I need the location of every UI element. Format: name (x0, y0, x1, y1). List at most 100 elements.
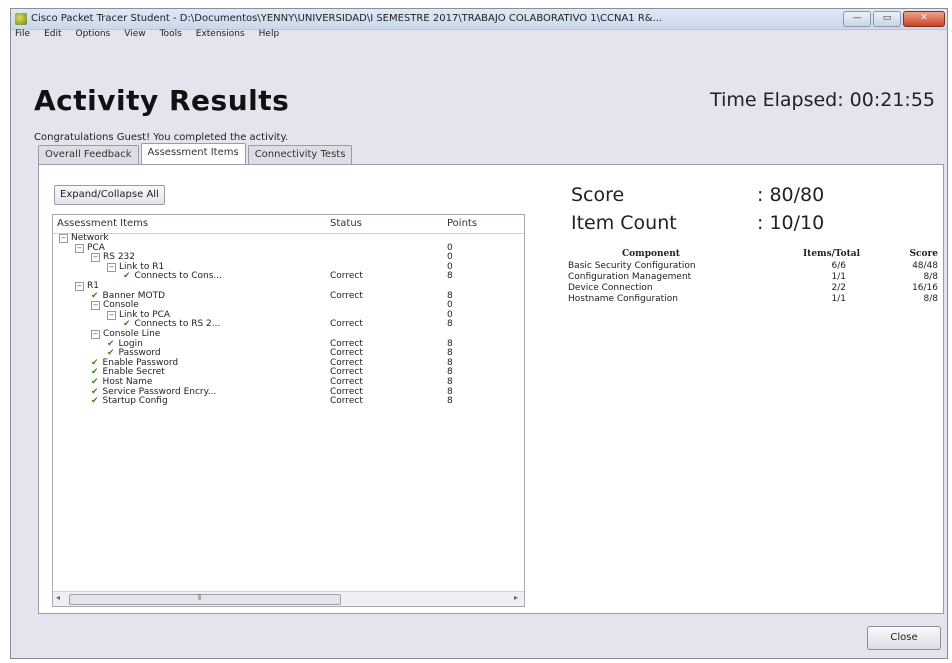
tab-connectivity-tests[interactable]: Connectivity Tests (247, 145, 353, 164)
tree-item[interactable]: − R1 (75, 280, 99, 291)
component-score: 48/48 (912, 261, 938, 271)
collapse-toggle-icon[interactable]: − (75, 281, 84, 291)
component-items: 1/1 (831, 294, 846, 304)
assessment-tree[interactable]: Assessment Items Status Points − Network −… (52, 214, 525, 607)
checkmark-icon: ✔ (123, 271, 131, 282)
close-window-button[interactable]: ✕ (903, 11, 945, 27)
header-items-total: Items/Total (802, 249, 860, 259)
tree-item-label: Enable Password (102, 357, 179, 368)
packet-tracer-logo-icon (15, 13, 27, 25)
component-component: Device Connection (568, 283, 653, 293)
tree-item-status: Correct (330, 319, 363, 330)
header-component: Component (622, 249, 680, 259)
time-elapsed: Time Elapsed: 00:21:55 (710, 89, 935, 111)
menu-tools[interactable]: Tools (160, 29, 182, 42)
collapse-toggle-icon[interactable]: − (107, 310, 116, 320)
column-status[interactable]: Status (330, 218, 362, 229)
collapse-toggle-icon[interactable]: − (91, 301, 100, 311)
tree-item-label: Console (103, 300, 139, 311)
component-items: 6/6 (831, 261, 846, 271)
checkmark-icon: ✔ (91, 386, 99, 397)
tree-item[interactable]: − PCA (75, 242, 105, 253)
scroll-left-icon[interactable]: ◂ (56, 593, 60, 602)
window-title: Cisco Packet Tracer Student - D:\Documen… (31, 13, 663, 24)
tree-item-points: 8 (447, 271, 453, 282)
component-row: Basic Security Configuration 6/6 48/48 (568, 261, 938, 272)
checkmark-icon: ✔ (91, 376, 99, 387)
checkmark-icon: ✔ (123, 319, 131, 330)
tab-assessment-items[interactable]: Assessment Items (140, 143, 246, 164)
collapse-toggle-icon[interactable]: − (75, 243, 84, 253)
collapse-toggle-icon[interactable]: − (107, 262, 116, 272)
tree-item-status: Correct (330, 376, 363, 387)
column-assessment-items[interactable]: Assessment Items (57, 218, 148, 229)
menu-options[interactable]: Options (76, 29, 111, 42)
tree-item-points: 0 (447, 252, 453, 263)
component-row: Device Connection 2/2 16/16 (568, 283, 938, 294)
tree-item-label: R1 (87, 280, 99, 291)
checkmark-icon: ✔ (91, 396, 99, 407)
header-score: Score (909, 249, 938, 259)
tree-item-label: Connects to RS 2... (134, 319, 221, 330)
tree-item-label: Host Name (102, 376, 153, 387)
tree-item-label: RS 232 (103, 252, 136, 263)
tree-item-points: 8 (447, 348, 453, 359)
component-score: 8/8 (923, 272, 938, 282)
tree-item-label: Link to PCA (119, 309, 171, 320)
component-table-header: Component Items/Total Score (568, 249, 938, 261)
tree-item-label: Service Password Encry... (102, 386, 217, 397)
checkmark-icon: ✔ (91, 367, 99, 378)
packet-tracer-window: Cisco Packet Tracer Student - D:\Documen… (10, 8, 948, 659)
tree-row[interactable]: ✔ Connects to Cons... Correct 8 (53, 272, 524, 282)
tree-item-label: Login (118, 338, 143, 349)
page-title: Activity Results (34, 84, 290, 117)
close-button[interactable]: Close (867, 626, 941, 650)
maximize-button[interactable]: ▭ (873, 11, 901, 27)
collapse-toggle-icon[interactable]: − (91, 329, 100, 339)
tree-item-label: PCA (87, 242, 105, 253)
menu-file[interactable]: File (15, 29, 30, 42)
menu-help[interactable]: Help (259, 29, 280, 42)
checkmark-icon: ✔ (91, 357, 99, 368)
checkmark-icon: ✔ (91, 290, 99, 301)
checkmark-icon: ✔ (107, 338, 115, 349)
component-component: Basic Security Configuration (568, 261, 696, 271)
tree-row[interactable]: ✔ Startup Config Correct 8 (53, 397, 524, 407)
tree-item-label: Enable Secret (102, 367, 165, 378)
title-bar: Cisco Packet Tracer Student - D:\Documen… (11, 9, 947, 30)
collapse-toggle-icon[interactable]: − (59, 234, 68, 243)
menu-view[interactable]: View (124, 29, 145, 42)
tree-item-label: Startup Config (102, 396, 168, 407)
tree-item-points: 8 (447, 396, 453, 407)
scroll-thumb[interactable]: ⦀ (69, 593, 341, 605)
tree-row[interactable]: − Network (53, 234, 524, 244)
tab-overall-feedback[interactable]: Overall Feedback (38, 145, 139, 164)
results-tabs: Overall Feedback Assessment Items Connec… (38, 143, 354, 164)
tree-item-status: Correct (330, 348, 363, 359)
tree-item-status: Correct (330, 367, 363, 378)
score-value: : 80/80 (757, 184, 825, 206)
menu-edit[interactable]: Edit (44, 29, 61, 42)
checkmark-icon: ✔ (107, 348, 115, 359)
tree-item-status: Correct (330, 271, 363, 282)
tree-item-label: Banner MOTD (102, 290, 166, 301)
tree-item-status: Correct (330, 396, 363, 407)
collapse-toggle-icon[interactable]: − (91, 253, 100, 263)
component-items: 1/1 (831, 272, 846, 282)
tree-item[interactable]: ✔ Connects to Cons... (123, 272, 222, 281)
column-points[interactable]: Points (447, 218, 477, 229)
component-row: Configuration Management 1/1 8/8 (568, 272, 938, 283)
scroll-grip-icon: ⦀ (198, 593, 202, 602)
tree-item-label: Network (71, 233, 109, 243)
tree-rows: − Network − PCA 0− RS 232 0− Link to R1 0 ✔ Connec… (53, 234, 524, 407)
minimize-button[interactable]: — (843, 11, 871, 27)
horizontal-scrollbar[interactable]: ◂ ⦀ ▸ (53, 591, 524, 606)
menu-extensions[interactable]: Extensions (196, 29, 245, 42)
tree-item-points: 8 (447, 319, 453, 330)
tree-item[interactable]: ✔ Startup Config (91, 397, 168, 406)
tree-header: Assessment Items Status Points (53, 215, 524, 234)
completion-message: Congratulations Guest! You completed the… (34, 132, 289, 143)
expand-collapse-all-button[interactable]: Expand/Collapse All (54, 185, 165, 205)
component-items: 2/2 (831, 283, 846, 293)
scroll-right-icon[interactable]: ▸ (514, 593, 518, 602)
